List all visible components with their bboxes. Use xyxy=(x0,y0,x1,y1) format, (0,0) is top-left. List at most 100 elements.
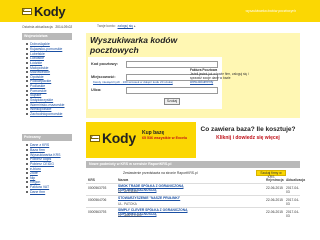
company-item-label: Pobierz CEIDG xyxy=(30,161,54,166)
bullet-icon xyxy=(26,61,28,64)
bullet-icon xyxy=(26,103,28,106)
krs-cell: 0000563793 xyxy=(88,210,107,214)
name-link[interactable]: STOWARZYSZENIE "NASZE PRUŁINKI" xyxy=(118,196,218,201)
bullet-icon xyxy=(26,71,28,74)
sidebar-companies-header: Polecamy xyxy=(22,134,72,141)
account-area: Twoje konto: zaloguj się ▸ xyxy=(97,24,136,28)
col-krs: KRS xyxy=(88,178,95,182)
sidebar-regions: Województwa Dolnośląskie Kujawsko-pomorsk… xyxy=(22,33,72,116)
region-item-label: Łódzkie xyxy=(30,60,43,65)
region-item[interactable]: Zachodniopomorskie xyxy=(26,112,72,117)
table-row[interactable]: 0000563793 SIMPLY CLEVER SPÓŁKA Z OGRANIC… xyxy=(86,207,300,218)
bullet-icon xyxy=(26,43,28,46)
banner-offer: Kup bazę 65 536 wszystkie w Excelu xyxy=(142,130,194,142)
info-box: Faktura Pocztowa Jeżeli jesteś już w baz… xyxy=(190,68,252,84)
banner-logo: Kody xyxy=(90,130,136,146)
company-item[interactable]: Dane firm xyxy=(26,189,72,194)
street-label: Ulica: xyxy=(91,88,102,92)
companies-list: Dane z KRS Baza firm Wyszukiwarka KRS Pobie… xyxy=(26,143,72,194)
banner-yellow-panel: Kody Kup bazę 65 536 wszystkie w Excelu xyxy=(86,122,196,158)
bullet-icon xyxy=(26,158,28,161)
bullet-icon xyxy=(26,176,28,179)
regions-list: Dolnośląskie Kujawsko-pomorskie Lubelskie L… xyxy=(22,40,72,116)
bullet-icon xyxy=(26,99,28,101)
update-date-label: Ostatnia aktualizacja: xyxy=(22,25,54,29)
table-row[interactable]: 0000564706 STOWARZYSZENIE "NASZE PRUŁINKI… xyxy=(86,195,300,206)
update-date: 2017-04-03 xyxy=(286,186,300,194)
city-cell: UL. PATOKA xyxy=(118,202,137,206)
street-input[interactable] xyxy=(126,87,218,94)
postal-code-input[interactable] xyxy=(126,61,218,68)
region-item-label: Świętokrzyskie xyxy=(30,98,54,102)
update-date-value: 2014-09-02 xyxy=(55,25,73,29)
company-item-label: Wyszukiwarka KRS xyxy=(30,152,61,157)
company-item-label: Nip xyxy=(30,175,36,180)
bullet-icon xyxy=(26,52,28,55)
banner-line2: 65 536 wszystkie w Excelu xyxy=(142,136,188,141)
city-cell: UL. POZNAŃ xyxy=(118,190,138,194)
col-update: Aktualizacja xyxy=(286,178,306,182)
search-note-link[interactable]: Kwoty miesięcznych · 160 wniosek w dołąc… xyxy=(93,80,183,84)
update-date: 2017-04-03 xyxy=(286,210,300,218)
envelope-icon xyxy=(90,134,100,142)
bullet-icon xyxy=(26,57,28,60)
region-item-label: Zachodniopomorskie xyxy=(30,111,63,116)
bullet-icon xyxy=(26,94,28,97)
bullet-icon xyxy=(26,89,28,92)
site-logo[interactable]: Kody xyxy=(22,4,66,19)
region-item-label: Wielkopolskie xyxy=(30,107,52,112)
region-item-label: Mazowieckie xyxy=(30,70,51,75)
bullet-icon xyxy=(26,108,28,111)
city-label: Miejscowość: xyxy=(91,75,116,79)
new-entities-header: Nowe podmioty w KRS w serwisie RaportKRS… xyxy=(86,161,300,168)
krs-cell: 0000563793 xyxy=(88,186,107,190)
bullet-icon xyxy=(26,167,28,170)
banner-question: Co zawiera baza? Ile kosztuje? xyxy=(200,126,296,133)
company-item-label: Faktura VAT xyxy=(30,185,50,190)
bullet-icon xyxy=(26,186,28,189)
promo-banner[interactable]: Kody Kup bazę 65 536 wszystkie w Excelu … xyxy=(86,122,300,158)
search-title: Wyszukiwarka kodów pocztowych xyxy=(90,35,178,55)
company-item-label: Regon xyxy=(30,180,41,185)
bullet-icon xyxy=(26,144,28,147)
registration-date: 22-06-2015 xyxy=(266,198,283,202)
bullet-icon xyxy=(26,181,28,184)
company-item-label: e-biuro xyxy=(30,166,41,171)
login-link[interactable]: zaloguj się xyxy=(118,24,134,28)
col-name: Nazwa xyxy=(118,178,129,182)
company-item-label: Dane z KRS xyxy=(30,143,50,148)
postal-code-search-panel: Wyszukiwarka kodów pocztowych Kod poczto… xyxy=(86,33,300,118)
company-item-label: Dane firm xyxy=(30,189,46,194)
region-item-label: Kujawsko-pomorskie xyxy=(30,46,63,51)
sidebar-regions-header: Województwa xyxy=(22,33,72,40)
bullet-icon xyxy=(26,66,28,69)
company-item-label: Złote xyxy=(30,171,38,176)
bullet-icon xyxy=(26,148,28,151)
update-date: 2017-04-03 xyxy=(286,198,300,206)
table-header-row: KRS Nazwa Rejestracja Aktualizacja xyxy=(86,177,305,182)
bullet-icon xyxy=(26,172,28,175)
bullet-icon xyxy=(26,190,28,193)
info-link[interactable]: www.dokumenty xyxy=(190,80,252,84)
envelope-icon xyxy=(22,7,32,15)
search-krs-button[interactable]: Szukaj firmy w KRS xyxy=(256,170,286,179)
update-bar: Ostatnia aktualizacja: 2014-09-02 Twoje … xyxy=(22,23,300,31)
banner-logo-text: Kody xyxy=(102,130,136,146)
bullet-icon xyxy=(26,153,28,156)
krs-cell: 0000564706 xyxy=(88,198,107,202)
bullet-icon xyxy=(26,112,28,115)
banner-cta-link[interactable]: Kliknij i dowiedz się więcej xyxy=(198,135,298,141)
region-item-label: Małopolskie xyxy=(30,65,49,70)
search-submit-button[interactable]: Szukaj xyxy=(164,98,180,105)
bullet-icon xyxy=(26,75,28,78)
region-item-label: Lubelskie xyxy=(30,51,45,56)
bullet-icon xyxy=(26,85,28,88)
account-label: Twoje konto: xyxy=(97,24,116,28)
city-cell: UL. WROCŁAW xyxy=(118,214,142,218)
table-row[interactable]: 0000563793 SMOK TRADE SPÓŁKA Z OGRANICZON… xyxy=(86,183,300,194)
company-item-label: Baza firm xyxy=(30,147,45,152)
info-text: Jeżeli jesteś już w bazie firm, zaloguj … xyxy=(190,72,249,80)
bullet-icon xyxy=(26,47,28,50)
postal-code-label: Kod pocztowy: xyxy=(91,62,118,66)
site-tagline: wyszukiwarka kodów pocztowych xyxy=(245,9,296,13)
